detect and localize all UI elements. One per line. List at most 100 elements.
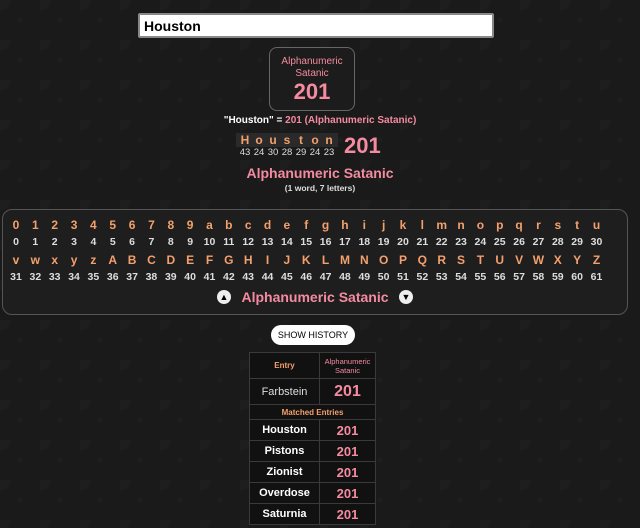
chart-char: O [378,253,389,267]
chart-row-chars-1: 0123456789abcdefghi jklmnopqrstu [3,216,627,234]
cipher-chart: 0123456789abcdefghijklmnopqrstu 01234567… [2,209,628,315]
chart-char: D [166,253,176,267]
chart-value: 59 [551,271,564,283]
table-row: Houston 201 [249,419,376,441]
table-row: Zionist 201 [249,461,376,483]
match-word[interactable]: Houston [249,419,320,441]
breakdown-letter-value: 28 [281,147,293,158]
chart-char: Y [573,253,582,267]
chart-value: 43 [242,271,255,283]
chart-char: j [381,218,386,232]
chart-char: w [30,253,41,267]
breakdown-letter: o [311,133,319,147]
chart-value: 28 [551,236,564,248]
chart-char: c [244,218,252,232]
breakdown-letter-value: 24 [253,147,265,158]
chart-value: 42 [223,271,235,283]
chart-char: v [12,253,20,267]
chart-char: n [457,218,465,232]
chart-char: W [532,253,545,267]
chart-char: d [263,218,272,232]
chart-char: k [399,218,407,232]
col-cipher-header[interactable]: Alphanumeric Satanic [319,352,376,379]
chart-value: 31 [10,271,22,283]
main-word[interactable]: Farbstein [249,378,320,405]
chart-value: 58 [532,271,545,283]
chart-value: 22 [435,236,448,248]
chart-value: 51 [397,271,409,283]
chart-char: L [321,253,330,267]
main-value[interactable]: 201 [319,378,376,405]
match-value[interactable]: 201 [319,419,376,441]
table-row: Pistons 201 [249,440,376,462]
chevron-down-icon[interactable]: ▼ [398,289,413,304]
chart-char: m [436,218,448,232]
chart-char: e [283,218,291,232]
match-value[interactable]: 201 [319,482,376,504]
match-value[interactable]: 201 [319,461,376,483]
chart-char: V [515,253,524,267]
chart-char: F [205,253,214,267]
chart-value: 32 [29,271,42,283]
chart-char: 6 [128,218,136,232]
chart-char: T [476,253,485,267]
show-history-button[interactable]: SHOW HISTORY [271,325,355,345]
chart-char: N [359,253,369,267]
chart-value: 6 [129,236,136,248]
chart-char: q [515,218,523,232]
chart-char: H [243,253,253,267]
chart-char: Q [417,253,428,267]
cipher-result-box[interactable]: Alphanumeric Satanic 201 [269,47,355,111]
match-word[interactable]: Saturnia [249,503,320,525]
chart-value: 15 [300,236,313,248]
chart-char: M [339,253,350,267]
chart-char: s [554,218,562,232]
chart-value: 41 [203,271,216,283]
chevron-up-icon[interactable]: ▲ [217,289,232,304]
breakdown-letter: s [283,133,291,147]
chart-char: a [206,218,213,232]
match-word[interactable]: Pistons [249,440,320,462]
match-value[interactable]: 201 [319,440,376,462]
breakdown-letter-value: 29 [295,147,307,158]
chart-value: 45 [281,271,293,283]
chart-char: Z [592,253,601,267]
chart-char: f [304,218,309,232]
chart-value: 8 [167,236,174,248]
chart-value: 35 [87,271,100,283]
chart-char: S [457,253,466,267]
chart-char: U [495,253,505,267]
chart-value: 25 [493,236,506,248]
breakdown-letter: t [299,133,303,147]
chart-value: 4 [90,236,97,248]
chart-value: 11 [223,236,235,248]
chart-char: r [536,218,541,232]
chart-char: 1 [32,218,39,232]
chart-char: u [592,218,601,232]
equation-equals: = [273,115,286,126]
match-word[interactable]: Overdose [249,482,320,504]
chart-char: 7 [148,218,155,232]
chart-char: B [127,253,137,267]
chart-value: 10 [203,236,216,248]
chart-char: b [225,218,233,232]
chart-char: 9 [186,218,194,232]
chart-cipher-title[interactable]: Alphanumeric Satanic [241,289,388,305]
chart-value: 56 [493,271,506,283]
chart-char: 4 [90,218,97,232]
chart-char: C [147,253,156,267]
breakdown-letter: H [240,133,250,147]
chart-char: x [51,253,59,267]
match-value[interactable]: 201 [319,503,376,525]
match-word[interactable]: Zionist [249,461,320,483]
chart-value: 39 [164,271,177,283]
chart-value: 2 [51,236,58,248]
chart-value: 38 [145,271,158,283]
chart-value: 9 [187,236,194,248]
chart-char: 5 [109,218,117,232]
search-input[interactable] [138,13,494,38]
history-main-row: Farbstein 201 [249,378,376,405]
chart-char: o [476,218,485,232]
table-row: Overdose 201 [249,482,376,504]
chart-char: X [553,253,562,267]
